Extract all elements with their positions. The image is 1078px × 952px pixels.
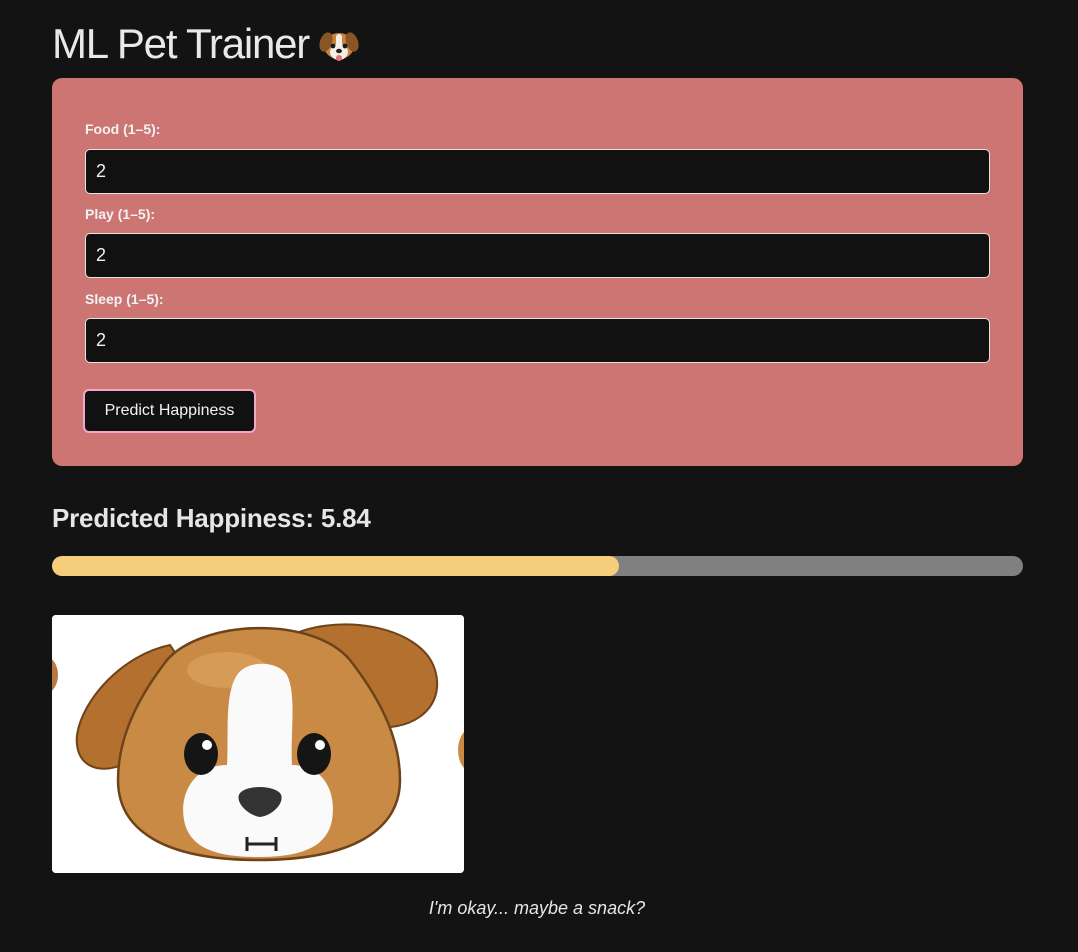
pet-image: [52, 615, 464, 873]
prediction-form: Food (1–5): Play (1–5): Sleep (1–5): Pre…: [52, 78, 1023, 466]
food-label: Food (1–5):: [85, 121, 161, 137]
dog-face-icon: [317, 22, 361, 66]
dog-face-icon: [52, 615, 464, 873]
predict-happiness-button[interactable]: Predict Happiness: [83, 389, 256, 433]
sleep-input[interactable]: [85, 318, 990, 363]
happiness-progress-fill: [52, 556, 620, 576]
food-input[interactable]: [85, 149, 990, 194]
app-title: ML Pet Trainer: [52, 20, 310, 67]
play-label: Play (1–5):: [85, 206, 156, 222]
sleep-label: Sleep (1–5):: [85, 291, 164, 307]
happiness-progress-bar: [52, 556, 1023, 576]
pet-mood-message: I'm okay... maybe a snack?: [428, 898, 646, 918]
predicted-happiness-heading: Predicted Happiness: 5.84: [52, 503, 371, 533]
title-row: ML Pet Trainer: [52, 18, 361, 70]
app-page: ML Pet Trainer Food (1–5): Play (1–5): S…: [0, 0, 1078, 952]
play-input[interactable]: [85, 233, 990, 278]
